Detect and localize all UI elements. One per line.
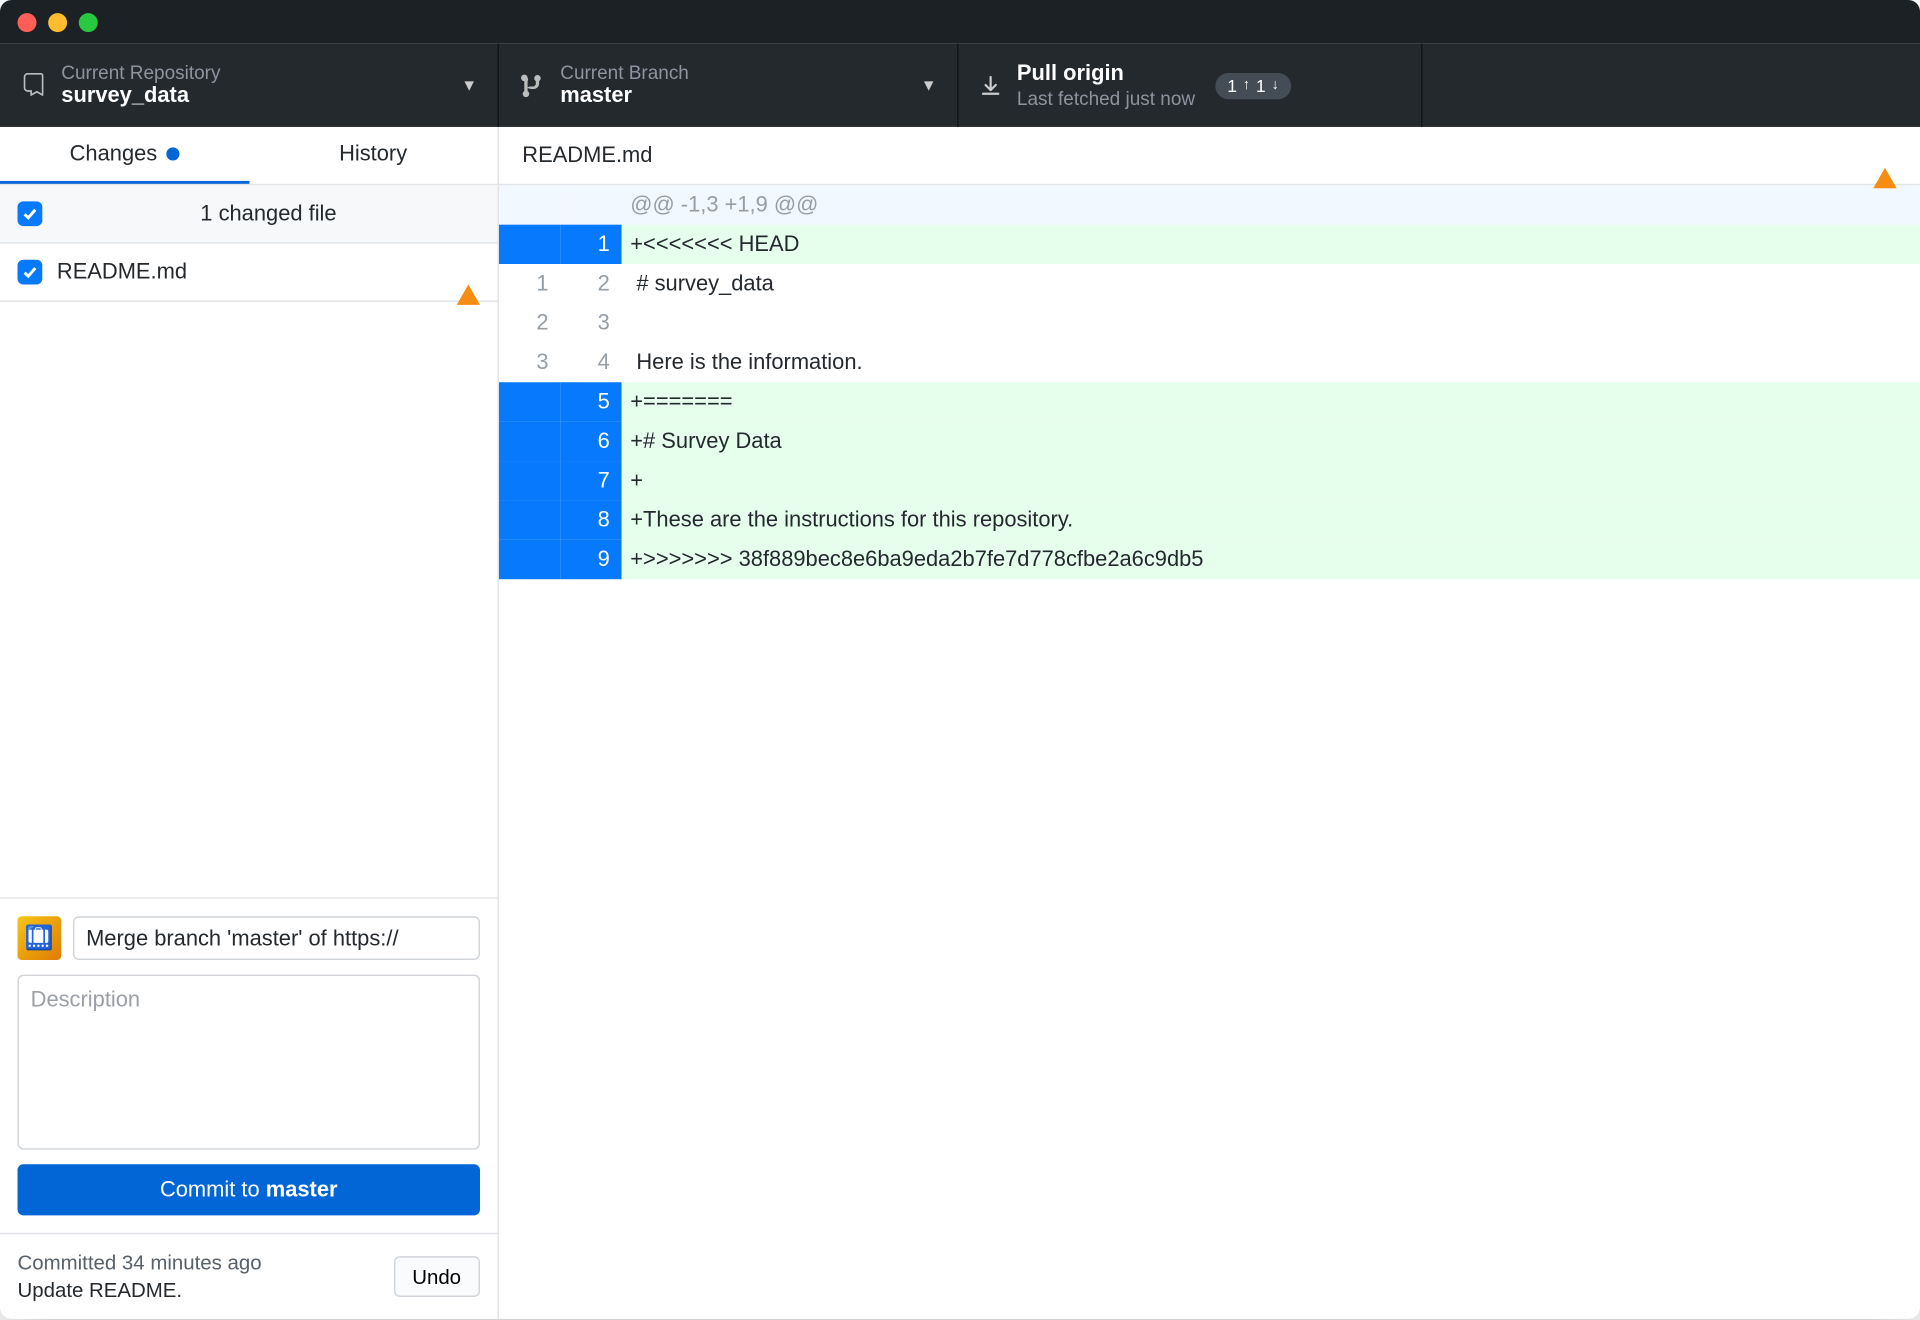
pull-button[interactable]: Pull origin Last fetched just now 1 ↑ 1 ↓	[959, 44, 1423, 127]
last-commit-bar: Committed 34 minutes ago Update README. …	[0, 1233, 498, 1319]
tab-changes-label: Changes	[70, 142, 158, 167]
branch-icon	[519, 72, 545, 98]
repo-label: Current Repository	[61, 61, 220, 84]
arrow-down-icon: ↓	[1272, 77, 1279, 93]
file-name: README.md	[57, 260, 442, 285]
diff-filename: README.md	[522, 143, 652, 168]
diff-line[interactable]: 9+>>>>>>> 38f889bec8e6ba9eda2b7fe7d778cf…	[499, 540, 1920, 579]
arrow-up-icon: ↑	[1243, 77, 1250, 93]
commit-summary-input[interactable]	[73, 917, 480, 961]
diff-line[interactable]: 6+# Survey Data	[499, 422, 1920, 461]
tab-history[interactable]: History	[249, 127, 498, 184]
warning-icon	[457, 260, 480, 285]
repo-value: survey_data	[61, 84, 220, 110]
file-checkbox[interactable]	[18, 260, 43, 285]
changed-files-header: 1 changed file	[0, 185, 498, 243]
sidebar-tabs: Changes History	[0, 127, 498, 185]
minimize-icon[interactable]	[48, 12, 67, 31]
download-icon	[979, 74, 1002, 97]
branch-selector[interactable]: Current Branch master ▼	[499, 44, 959, 127]
titlebar	[0, 0, 1920, 44]
app-window: Current Repository survey_data ▼ Current…	[0, 0, 1920, 1319]
main-area: Changes History 1 changed file README.md…	[0, 127, 1920, 1319]
avatar: 🛄	[18, 917, 62, 961]
last-commit-message: Update README.	[18, 1277, 376, 1305]
branch-label: Current Branch	[560, 61, 689, 84]
undo-button[interactable]: Undo	[393, 1256, 480, 1297]
repo-selector[interactable]: Current Repository survey_data ▼	[0, 44, 499, 127]
pull-subtitle: Last fetched just now	[1017, 87, 1195, 110]
ahead-behind-badge: 1 ↑ 1 ↓	[1216, 72, 1291, 98]
diff-hunk-header: @@ -1,3 +1,9 @@	[499, 185, 1920, 224]
branch-value: master	[560, 84, 689, 110]
warning-icon	[1873, 143, 1896, 168]
tab-changes[interactable]: Changes	[0, 127, 249, 184]
changed-files-count: 1 changed file	[57, 201, 480, 226]
file-list: README.md	[0, 244, 498, 302]
commit-button-branch: master	[266, 1178, 338, 1203]
diff-line[interactable]: 12 # survey_data	[499, 264, 1920, 303]
behind-count: 1	[1227, 75, 1237, 95]
tab-history-label: History	[339, 142, 407, 167]
select-all-checkbox[interactable]	[18, 201, 43, 226]
commit-description-input[interactable]	[18, 975, 480, 1150]
close-icon[interactable]	[18, 12, 37, 31]
chevron-down-icon: ▼	[892, 77, 937, 95]
commit-form: 🛄 Commit to master	[0, 898, 498, 1234]
commit-button[interactable]: Commit to master	[18, 1165, 480, 1216]
commit-button-prefix: Commit to	[160, 1178, 266, 1203]
diff-line[interactable]: 1+<<<<<<< HEAD	[499, 225, 1920, 264]
chevron-down-icon: ▼	[432, 77, 477, 95]
pull-title: Pull origin	[1017, 61, 1195, 87]
diff-line[interactable]: 34 Here is the information.	[499, 343, 1920, 382]
toolbar: Current Repository survey_data ▼ Current…	[0, 44, 1920, 127]
diff-header: README.md	[499, 127, 1920, 185]
diff-line[interactable]: 5+=======	[499, 382, 1920, 421]
diff-pane: README.md @@ -1,3 +1,9 @@1+<<<<<<< HEAD1…	[499, 127, 1920, 1319]
sidebar: Changes History 1 changed file README.md…	[0, 127, 499, 1319]
diff-line[interactable]: 7+	[499, 461, 1920, 500]
diff-body[interactable]: @@ -1,3 +1,9 @@1+<<<<<<< HEAD12 # survey…	[499, 185, 1920, 1319]
repo-icon	[20, 72, 46, 98]
file-row[interactable]: README.md	[0, 244, 498, 302]
changes-indicator-icon	[166, 147, 179, 160]
maximize-icon[interactable]	[79, 12, 98, 31]
diff-line[interactable]: 23	[499, 303, 1920, 342]
ahead-count: 1	[1256, 75, 1266, 95]
diff-line[interactable]: 8+These are the instructions for this re…	[499, 500, 1920, 539]
last-commit-time: Committed 34 minutes ago	[18, 1249, 376, 1277]
